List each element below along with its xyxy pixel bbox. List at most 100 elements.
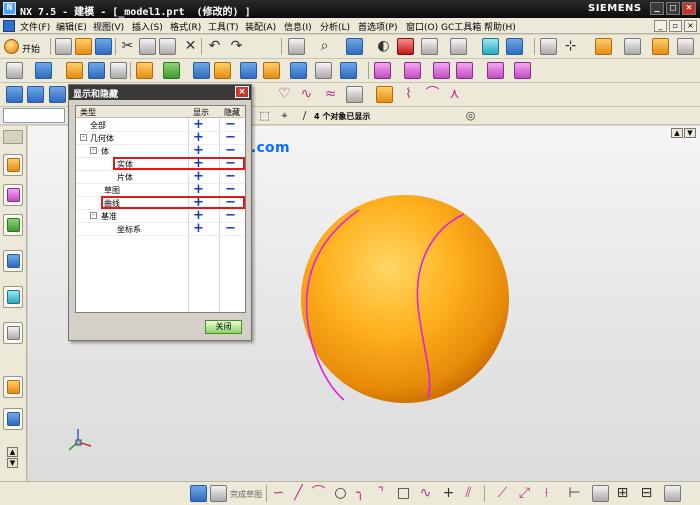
copy-icon[interactable] (139, 38, 156, 55)
menu-assembly[interactable]: 装配(A) (245, 20, 276, 33)
finish-sketch-label[interactable]: 完成草图 (230, 489, 262, 500)
draft-icon[interactable] (514, 62, 531, 79)
render-style-icon[interactable]: ◐ (375, 38, 392, 55)
make-corner-icon[interactable]: ⟊ (538, 485, 555, 502)
profile-icon[interactable]: ∽ (270, 485, 287, 502)
menu-file[interactable]: 文件(F) (20, 20, 50, 33)
auto-constrain-icon[interactable]: ⊞ (614, 485, 631, 502)
fillet-icon[interactable]: ╮ (352, 485, 369, 502)
solid-sphere[interactable] (301, 195, 509, 403)
sweep-icon[interactable] (193, 62, 210, 79)
menu-edit[interactable]: 编辑(E) (56, 20, 87, 33)
snap-center-icon[interactable]: ◎ (462, 107, 479, 124)
shaded-icon[interactable] (397, 38, 414, 55)
snap-endpoint-icon[interactable]: ⌖ (276, 107, 293, 124)
cut-icon[interactable]: ✂ (119, 38, 136, 55)
redo-icon[interactable]: ↷ (228, 38, 245, 55)
offset-curve-icon[interactable]: ≈ (322, 86, 339, 103)
fit-view-icon[interactable] (288, 38, 305, 55)
measure-icon[interactable] (540, 38, 557, 55)
spline-icon[interactable]: ♡ (276, 86, 293, 103)
circle-icon[interactable]: ○ (332, 485, 349, 502)
hide-csys-button[interactable]: − (225, 221, 236, 236)
split-body-icon[interactable] (456, 62, 473, 79)
section-view-icon[interactable] (482, 38, 499, 55)
project-curve-icon[interactable] (346, 86, 363, 103)
menu-information[interactable]: 信息(I) (284, 20, 312, 33)
mesh-surface-icon[interactable] (27, 86, 44, 103)
show-constraints-icon[interactable]: ⊟ (638, 485, 655, 502)
trim-body-icon[interactable] (433, 62, 450, 79)
show-csys-button[interactable]: + (193, 221, 204, 236)
row-datum[interactable]: - 基准 + − (76, 208, 245, 223)
menu-insert[interactable]: 插入(S) (132, 20, 163, 33)
new-file-icon[interactable] (55, 38, 72, 55)
surface-icon[interactable] (6, 86, 23, 103)
type-filter-dropdown[interactable] (3, 108, 65, 123)
point-icon[interactable] (163, 62, 180, 79)
studio-spline-icon[interactable]: ∿ (417, 485, 434, 502)
maximize-button[interactable]: □ (666, 2, 680, 15)
assembly-navigator-tab[interactable] (3, 154, 23, 176)
doc-restore-button[interactable]: ▫ (669, 20, 682, 32)
menu-help[interactable]: 帮助(H) (484, 20, 516, 33)
extrude-icon[interactable] (35, 62, 52, 79)
scroll-up-icon[interactable]: ▲ (7, 447, 18, 457)
background-icon[interactable] (450, 38, 467, 55)
part-navigator-tab[interactable] (3, 214, 23, 236)
menu-preferences[interactable]: 首选项(P) (358, 20, 397, 33)
doc-minimize-button[interactable]: _ (654, 20, 667, 32)
sketch-task-icon[interactable] (190, 485, 207, 502)
thicken-icon[interactable] (487, 62, 504, 79)
chamfer-sketch-icon[interactable]: ⌝ (372, 485, 389, 502)
undo-icon[interactable]: ↶ (206, 38, 223, 55)
start-button[interactable]: 开始 (4, 38, 48, 56)
edit-feature-icon[interactable] (374, 62, 391, 79)
intersect-icon[interactable] (340, 62, 357, 79)
curve-on-surface-icon[interactable] (376, 86, 393, 103)
intersection-curve-icon[interactable]: ⋏ (446, 86, 463, 103)
doc-close-button[interactable]: × (684, 20, 697, 32)
sketch-options-icon[interactable] (664, 485, 681, 502)
unite-icon[interactable] (290, 62, 307, 79)
history-tab[interactable] (3, 322, 23, 344)
expander-icon[interactable]: - (90, 212, 97, 219)
menu-view[interactable]: 视图(V) (93, 20, 124, 33)
select-arrow-icon[interactable]: ⬚ (256, 107, 273, 124)
dialog-title-bar[interactable]: 显示和隐藏 × (69, 85, 251, 100)
offset-face-icon[interactable] (404, 62, 421, 79)
open-folder-icon[interactable] (75, 38, 92, 55)
orient-view-icon[interactable] (346, 38, 363, 55)
close-dialog-button[interactable]: 关闭 (205, 320, 242, 334)
menu-format[interactable]: 格式(R) (170, 20, 201, 33)
offset-sketch-icon[interactable]: ⫽ (460, 485, 477, 502)
expander-icon[interactable]: - (80, 134, 87, 141)
through-curves-icon[interactable] (49, 86, 66, 103)
row-csys[interactable]: 坐标系 + − (76, 221, 245, 236)
paste-icon[interactable] (159, 38, 176, 55)
point-sketch-icon[interactable]: + (440, 485, 457, 502)
constraint-icon[interactable] (592, 485, 609, 502)
save-icon[interactable] (95, 38, 112, 55)
arc-icon[interactable]: ⌒ (310, 485, 327, 502)
datum-csys-icon[interactable]: ⊹ (562, 38, 579, 55)
dialog-close-icon[interactable]: × (235, 86, 249, 98)
constraint-navigator-tab[interactable] (3, 184, 23, 206)
expander-icon[interactable]: - (90, 147, 97, 154)
menu-window[interactable]: 窗口(O) (406, 20, 438, 33)
sphere-body[interactable] (301, 195, 509, 403)
roles-tab[interactable] (3, 408, 23, 430)
menu-tools[interactable]: 工具(T) (208, 20, 239, 33)
menu-gc-toolkit[interactable]: GC工具箱 (441, 20, 481, 33)
resource-bar-scroller[interactable]: ▲ ▼ (7, 447, 18, 481)
layer-icon[interactable] (506, 38, 523, 55)
web-browser-tab[interactable] (3, 286, 23, 308)
line-icon[interactable]: ╱ (290, 485, 307, 502)
row-sheet-body[interactable]: 片体 + − (76, 169, 245, 184)
rectangle-icon[interactable]: □ (395, 485, 412, 502)
close-window-button[interactable]: × (682, 2, 696, 15)
shell-icon[interactable] (214, 62, 231, 79)
pattern-icon[interactable] (263, 62, 280, 79)
wireframe-icon[interactable] (421, 38, 438, 55)
revolve-icon[interactable] (66, 62, 83, 79)
